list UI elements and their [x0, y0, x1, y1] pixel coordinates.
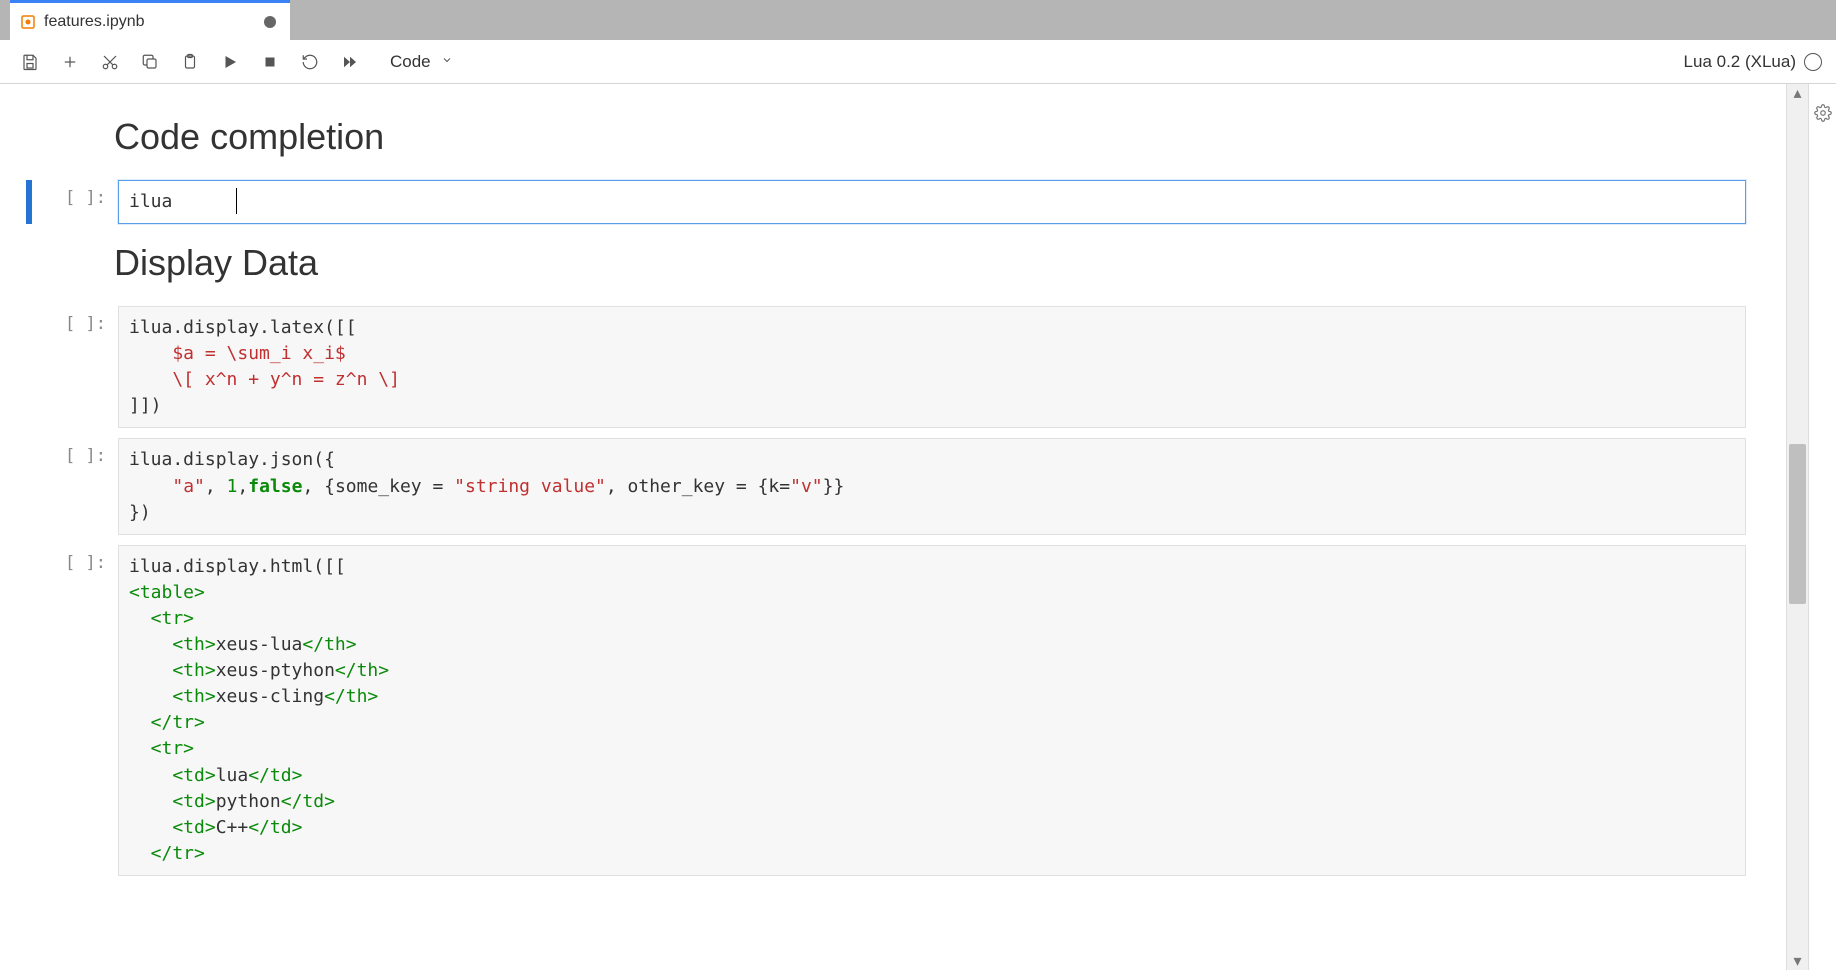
tab-bar: features.ipynb — [0, 0, 1836, 40]
dirty-indicator-icon — [264, 16, 276, 28]
markdown-cell[interactable]: Display Data — [0, 242, 1786, 284]
text-cursor-icon — [236, 188, 237, 214]
cell-collapser[interactable] — [26, 438, 32, 534]
cell-prompt: [ ]: — [38, 306, 118, 428]
code-cell[interactable]: [ ]: ilua.display.html([[ <table> <tr> <… — [0, 545, 1786, 876]
code-editor[interactable]: ilua.display.html([[ <table> <tr> <th>xe… — [118, 545, 1746, 876]
save-button[interactable] — [10, 44, 50, 80]
gear-icon[interactable] — [1814, 104, 1832, 970]
cell-collapser[interactable] — [26, 545, 32, 876]
kernel-name[interactable]: Lua 0.2 (XLua) — [1684, 52, 1796, 72]
main-area: Code completion [ ]: ilua Display Data [… — [0, 84, 1836, 970]
run-all-button[interactable] — [330, 44, 370, 80]
notebook: Code completion [ ]: ilua Display Data [… — [0, 84, 1786, 970]
app-root: features.ipynb — [0, 0, 1836, 970]
cell-collapser[interactable] — [26, 180, 32, 224]
code-text: ilua — [129, 191, 172, 212]
code-editor[interactable]: ilua.display.json({ "a", 1,false, {some_… — [118, 438, 1746, 534]
notebook-icon — [20, 14, 36, 30]
cell-type-select[interactable]: Code — [384, 47, 459, 77]
cell-prompt: [ ]: — [38, 180, 118, 224]
cell-prompt: [ ]: — [38, 438, 118, 534]
restart-button[interactable] — [290, 44, 330, 80]
kernel-status-icon[interactable] — [1804, 53, 1822, 71]
cell-type-wrap: Code — [376, 47, 459, 77]
copy-button[interactable] — [130, 44, 170, 80]
code-editor[interactable]: ilua — [118, 180, 1746, 224]
insert-cell-button[interactable] — [50, 44, 90, 80]
code-cell[interactable]: [ ]: ilua.display.latex([[ $a = \sum_i x… — [0, 306, 1786, 428]
notebook-tab[interactable]: features.ipynb — [10, 0, 290, 40]
code-cell[interactable]: [ ]: ilua.display.json({ "a", 1,false, {… — [0, 438, 1786, 534]
run-button[interactable] — [210, 44, 250, 80]
code-cell[interactable]: [ ]: ilua — [0, 180, 1786, 224]
cell-collapser[interactable] — [26, 306, 32, 428]
code-editor[interactable]: ilua.display.latex([[ $a = \sum_i x_i$ \… — [118, 306, 1746, 428]
scrollbar-thumb[interactable] — [1789, 444, 1806, 604]
markdown-cell[interactable]: Code completion — [0, 116, 1786, 158]
tab-title: features.ipynb — [44, 13, 145, 31]
heading-code-completion: Code completion — [114, 116, 1746, 158]
heading-display-data: Display Data — [114, 242, 1746, 284]
paste-button[interactable] — [170, 44, 210, 80]
right-gutter — [1808, 84, 1836, 970]
notebook-toolbar: Code Lua 0.2 (XLua) — [0, 40, 1836, 84]
notebook-scroll-wrap: Code completion [ ]: ilua Display Data [… — [0, 84, 1786, 970]
cut-button[interactable] — [90, 44, 130, 80]
stop-button[interactable] — [250, 44, 290, 80]
vertical-scrollbar[interactable]: ▴ ▾ — [1786, 84, 1808, 970]
scroll-down-icon[interactable]: ▾ — [1787, 952, 1808, 970]
cell-prompt: [ ]: — [38, 545, 118, 876]
scroll-up-icon[interactable]: ▴ — [1787, 84, 1808, 102]
